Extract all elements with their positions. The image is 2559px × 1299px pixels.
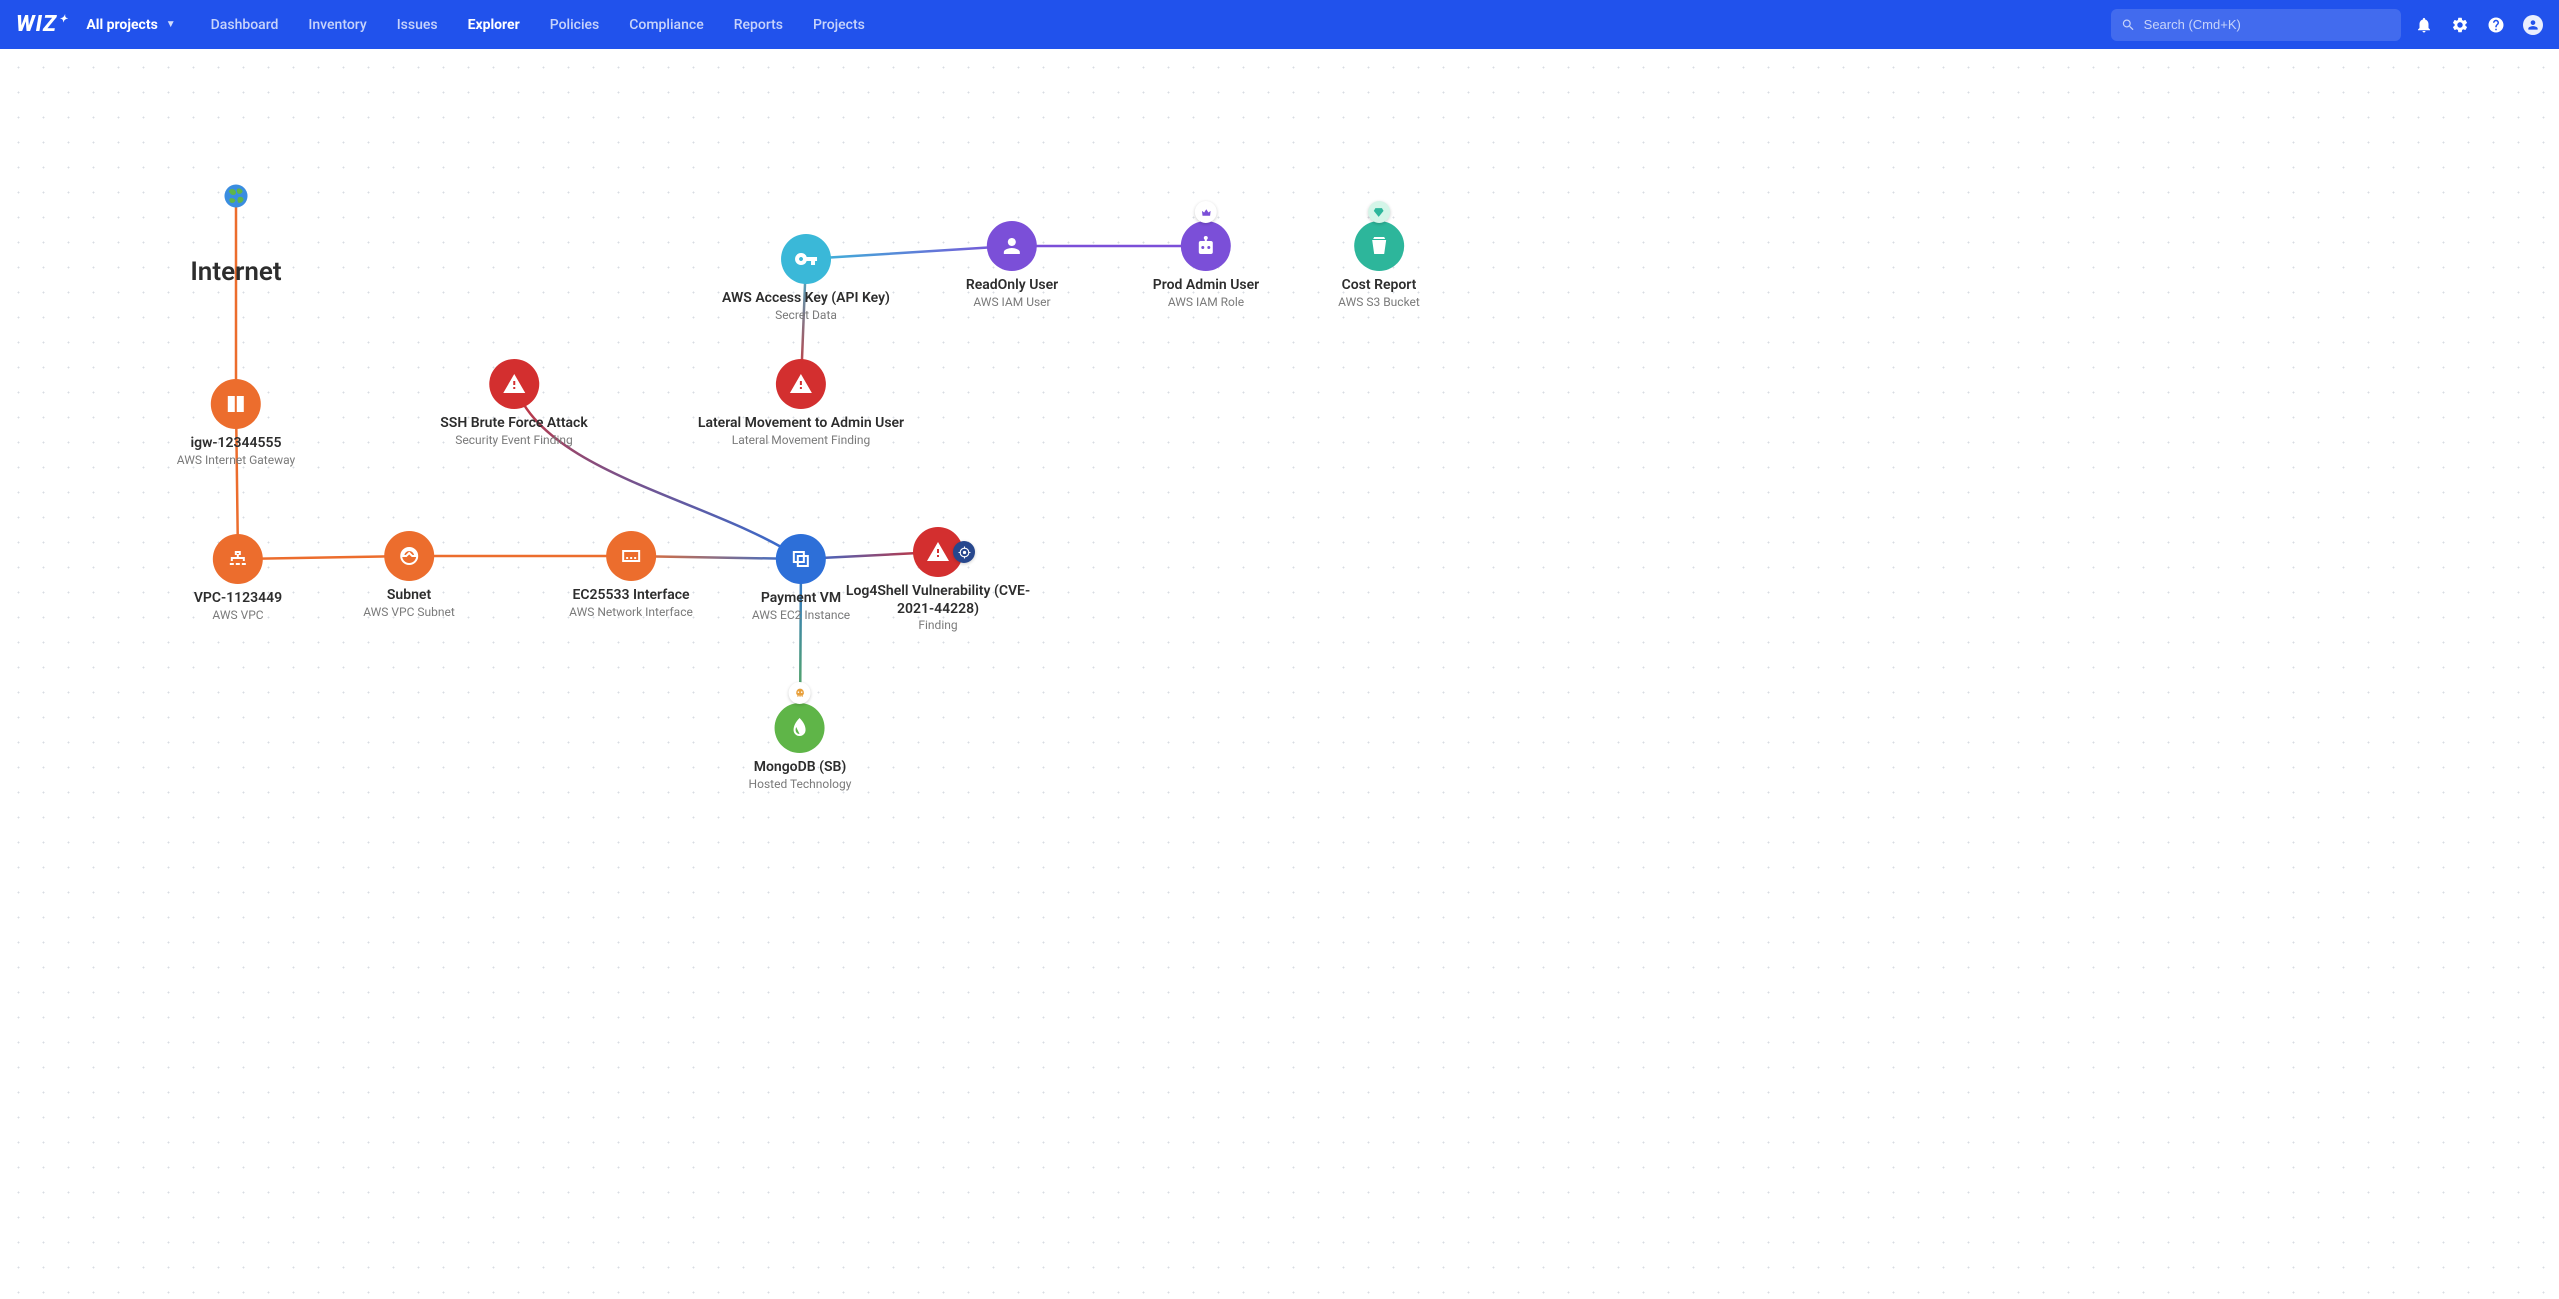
nav-reports[interactable]: Reports bbox=[719, 3, 798, 47]
node-label: Internet bbox=[190, 256, 281, 289]
nav-projects[interactable]: Projects bbox=[798, 3, 880, 47]
diamond-badge-icon bbox=[1368, 201, 1390, 223]
node-label: Prod Admin User bbox=[1153, 277, 1259, 295]
node-label: VPC-1123449 bbox=[194, 590, 282, 608]
node-sublabel: Secret Data bbox=[775, 308, 837, 322]
graph-node-vpc[interactable]: VPC-1123449AWS VPC bbox=[194, 534, 282, 622]
subnet-icon bbox=[397, 544, 421, 568]
graph-canvas[interactable]: Internet igw-12344555AWS Internet Gatewa… bbox=[0, 49, 2559, 1299]
node-label: Subnet bbox=[387, 587, 431, 605]
node-sublabel: AWS IAM Role bbox=[1168, 295, 1244, 309]
topbar: WIZ ✦ All projects ▼ Dashboard Inventory… bbox=[0, 0, 2559, 49]
project-selector[interactable]: All projects ▼ bbox=[86, 17, 175, 33]
nav-issues[interactable]: Issues bbox=[382, 3, 453, 47]
node-sublabel: AWS Internet Gateway bbox=[177, 453, 295, 467]
logo-text: WIZ bbox=[16, 12, 57, 37]
node-label: AWS Access Key (API Key) bbox=[722, 290, 890, 308]
graph-node-mongo[interactable]: MongoDB (SB)Hosted Technology bbox=[749, 703, 852, 791]
vm-icon bbox=[789, 547, 813, 571]
graph-node-internet[interactable]: Internet bbox=[184, 144, 288, 289]
robot-icon bbox=[1194, 234, 1218, 258]
node-label: SSH Brute Force Attack bbox=[440, 415, 587, 433]
nav-inventory[interactable]: Inventory bbox=[293, 3, 381, 47]
node-label: ReadOnly User bbox=[966, 277, 1058, 295]
chevron-down-icon: ▼ bbox=[166, 19, 176, 30]
graph-node-key[interactable]: AWS Access Key (API Key)Secret Data bbox=[722, 234, 890, 322]
node-sublabel: Hosted Technology bbox=[749, 777, 852, 791]
graph-node-igw[interactable]: igw-12344555AWS Internet Gateway bbox=[177, 379, 295, 467]
globe-icon bbox=[224, 184, 248, 208]
gear-icon[interactable] bbox=[2451, 16, 2469, 34]
project-selector-label: All projects bbox=[86, 17, 157, 33]
graph-node-eni[interactable]: EC25533 InterfaceAWS Network Interface bbox=[569, 531, 693, 619]
user-menu[interactable] bbox=[2523, 15, 2543, 35]
node-sublabel: Finding bbox=[918, 618, 957, 632]
skull-badge-icon bbox=[789, 682, 811, 704]
target-badge-icon bbox=[953, 541, 975, 563]
crown-badge-icon bbox=[1195, 201, 1217, 223]
leaf-icon bbox=[788, 716, 812, 740]
bell-icon[interactable] bbox=[2415, 16, 2433, 34]
graph-node-bucket[interactable]: Cost ReportAWS S3 Bucket bbox=[1338, 221, 1420, 309]
search-box[interactable] bbox=[2111, 9, 2401, 41]
search-icon bbox=[2121, 17, 2136, 33]
search-input[interactable] bbox=[2144, 17, 2391, 32]
logo-sparkle-icon: ✦ bbox=[59, 14, 68, 25]
node-label: Lateral Movement to Admin User bbox=[698, 415, 904, 433]
graph-node-lateral[interactable]: Lateral Movement to Admin UserLateral Mo… bbox=[698, 359, 904, 447]
node-sublabel: Security Event Finding bbox=[455, 433, 572, 447]
nav-policies[interactable]: Policies bbox=[535, 3, 615, 47]
graph-node-ssh[interactable]: SSH Brute Force AttackSecurity Event Fin… bbox=[440, 359, 587, 447]
graph-node-rouser[interactable]: ReadOnly UserAWS IAM User bbox=[966, 221, 1058, 309]
node-sublabel: AWS S3 Bucket bbox=[1338, 295, 1420, 309]
bucket-icon bbox=[1367, 234, 1391, 258]
graph-node-adminuser[interactable]: Prod Admin UserAWS IAM Role bbox=[1153, 221, 1259, 309]
nav-compliance[interactable]: Compliance bbox=[614, 3, 718, 47]
node-sublabel: AWS IAM User bbox=[973, 295, 1050, 309]
dot-grid-background bbox=[0, 49, 2559, 1299]
user-icon bbox=[1000, 234, 1024, 258]
node-label: igw-12344555 bbox=[190, 435, 281, 453]
interface-icon bbox=[619, 544, 643, 568]
node-sublabel: AWS VPC Subnet bbox=[363, 605, 455, 619]
nav-dashboard[interactable]: Dashboard bbox=[196, 3, 294, 47]
logo: WIZ ✦ bbox=[16, 12, 68, 37]
help-icon[interactable] bbox=[2487, 16, 2505, 34]
key-icon bbox=[794, 247, 818, 271]
network-icon bbox=[226, 547, 250, 571]
node-label: Log4Shell Vulnerability (CVE-2021-44228) bbox=[828, 583, 1048, 618]
node-label: MongoDB (SB) bbox=[754, 759, 847, 777]
graph-node-log4shell[interactable]: Log4Shell Vulnerability (CVE-2021-44228)… bbox=[828, 527, 1048, 632]
node-sublabel: Lateral Movement Finding bbox=[732, 433, 871, 447]
node-sublabel: AWS Network Interface bbox=[569, 605, 693, 619]
nav-explorer[interactable]: Explorer bbox=[453, 3, 535, 47]
node-sublabel: AWS VPC bbox=[212, 608, 263, 622]
alert-icon bbox=[789, 372, 813, 396]
graph-node-subnet[interactable]: SubnetAWS VPC Subnet bbox=[363, 531, 455, 619]
main-nav: Dashboard Inventory Issues Explorer Poli… bbox=[196, 3, 880, 47]
alert-icon bbox=[926, 540, 950, 564]
topbar-icons bbox=[2415, 15, 2543, 35]
gateway-icon bbox=[224, 392, 248, 416]
alert-icon bbox=[502, 372, 526, 396]
node-label: Cost Report bbox=[1342, 277, 1417, 295]
node-label: EC25533 Interface bbox=[572, 587, 689, 605]
